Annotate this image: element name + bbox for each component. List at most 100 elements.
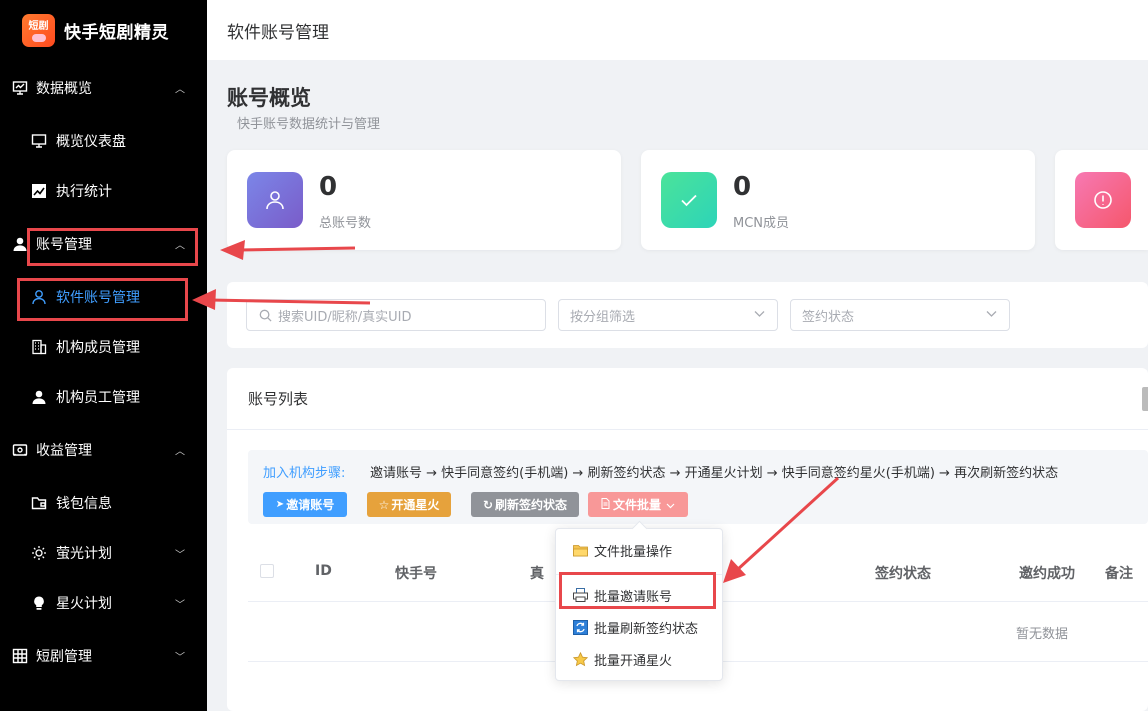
brand: 短剧 快手短剧精灵	[0, 0, 207, 60]
stat-card-mcn-members: 0 MCN成员	[641, 150, 1035, 250]
sun-icon	[31, 545, 47, 561]
stat-card-warning	[1055, 150, 1148, 250]
enable-spark-button[interactable]: ☆ 开通星火	[367, 492, 451, 517]
topbar: 软件账号管理	[207, 0, 1148, 60]
dropdown-item-label: 批量刷新签约状态	[594, 621, 699, 637]
page-title: 账号概览	[227, 86, 311, 110]
col-header-remark: 备注	[1105, 566, 1133, 582]
star-icon	[572, 651, 588, 667]
grid-icon	[11, 647, 29, 665]
warning-icon	[1075, 172, 1131, 228]
refresh-sign-status-button[interactable]: ↻ 刷新签约状态	[471, 492, 579, 517]
menu-group-label: 收益管理	[36, 443, 92, 459]
col-header-real: 真	[530, 566, 544, 582]
dropdown-item-label: 文件批量操作	[594, 544, 673, 560]
join-steps-panel: 加入机构步骤: 邀请账号 → 快手同意签约(手机端) → 刷新签约状态 → 开通…	[248, 450, 1148, 524]
steps-label: 加入机构步骤:	[263, 466, 346, 481]
sidebar-item-label: 机构员工管理	[56, 390, 140, 406]
dropdown-item-batch-refresh[interactable]: 批量刷新签约状态	[572, 617, 698, 637]
search-input[interactable]: 搜索UID/昵称/真实UID	[246, 299, 546, 331]
folder-icon	[31, 495, 47, 511]
col-header-sign-status: 签约状态	[875, 566, 931, 582]
office-building-icon	[31, 339, 47, 355]
annotation-box-account-management	[27, 228, 198, 266]
sidebar-item-firefly-plan[interactable]: 萤光计划 ﹀	[0, 528, 207, 578]
sidebar-item-exec-stats[interactable]: 执行统计	[0, 166, 207, 216]
topbar-title: 软件账号管理	[227, 22, 329, 43]
refresh-icon: ↻	[482, 497, 494, 512]
brand-name: 快手短剧精灵	[64, 22, 169, 43]
file-batch-dropdown-button[interactable]: 文件批量	[588, 492, 688, 517]
chevron-down-icon	[754, 310, 765, 321]
search-icon	[259, 309, 272, 322]
chevron-down-icon	[986, 310, 997, 321]
sidebar-item-label: 萤光计划	[56, 546, 112, 562]
logo-text: 短剧	[28, 20, 49, 32]
steps-text: 邀请账号 → 快手同意签约(手机端) → 刷新签约状态 → 开通星火计划 → 快…	[370, 466, 1059, 481]
sidebar-item-label: 概览仪表盘	[56, 134, 126, 150]
menu-group-label: 数据概览	[36, 81, 92, 97]
chevron-down-icon	[666, 498, 675, 512]
button-label: 邀请账号	[286, 498, 335, 512]
dropdown-item-file-batch-ops[interactable]: 文件批量操作	[572, 540, 672, 560]
page-subtitle: 快手账号数据统计与管理	[237, 117, 381, 132]
chevron-down-icon: ﹀	[175, 652, 185, 664]
sign-status-placeholder: 签约状态	[802, 309, 855, 325]
col-header-invite-success: 邀约成功	[1019, 566, 1075, 582]
sidebar-item-label: 机构成员管理	[56, 340, 140, 356]
invite-account-button[interactable]: ➤ 邀请账号	[263, 492, 347, 517]
sidebar: 短剧 快手短剧精灵 数据概览 ︿ 概览仪表盘 执行统计 账号管理 ︿ 软件账号管…	[0, 0, 207, 711]
presentation-icon	[11, 79, 29, 97]
star-icon: ☆	[378, 497, 390, 512]
sidebar-item-wallet[interactable]: 钱包信息	[0, 478, 207, 528]
trend-chart-icon	[31, 183, 47, 199]
sign-status-select[interactable]: 签约状态	[790, 299, 1010, 331]
chevron-up-icon: ︿	[175, 84, 185, 96]
menu-group-revenue-management[interactable]: 收益管理 ︿	[0, 422, 207, 478]
button-label: 开通星火	[391, 498, 440, 512]
folder-icon	[572, 542, 588, 558]
empty-state-text: 暂无数据	[1016, 627, 1069, 642]
menu-group-drama-management[interactable]: 短剧管理 ﹀	[0, 628, 207, 684]
stat-value: 0	[319, 172, 338, 202]
button-label: 刷新签约状态	[495, 498, 568, 512]
document-icon	[601, 497, 610, 512]
monitor-icon	[31, 133, 47, 149]
send-icon: ➤	[275, 499, 285, 510]
list-header: 账号列表	[227, 368, 1148, 430]
menu-group-data-overview[interactable]: 数据概览 ︿	[0, 60, 207, 116]
dropdown-item-label: 批量开通星火	[594, 653, 673, 669]
col-header-id: ID	[315, 563, 332, 579]
sidebar-item-spark-plan[interactable]: 星火计划 ﹀	[0, 578, 207, 628]
check-icon	[661, 172, 717, 228]
stat-card-total-accounts: 0 总账号数	[227, 150, 621, 250]
user-icon	[31, 389, 47, 405]
group-filter-select[interactable]: 按分组筛选	[558, 299, 778, 331]
refresh-icon	[572, 619, 588, 635]
sidebar-item-label: 执行统计	[56, 184, 112, 200]
list-title: 账号列表	[248, 390, 309, 408]
group-filter-placeholder: 按分组筛选	[570, 309, 636, 325]
annotation-box-software-accounts	[17, 278, 188, 321]
col-header-kuaishou-id: 快手号	[395, 566, 437, 582]
chevron-down-icon: ﹀	[175, 599, 185, 611]
sidebar-item-label: 星火计划	[56, 596, 112, 612]
stat-label: 总账号数	[319, 216, 372, 231]
sidebar-item-label: 钱包信息	[56, 496, 112, 512]
menu-group-label: 短剧管理	[36, 649, 92, 665]
scroll-handle[interactable]	[1142, 387, 1148, 411]
sidebar-item-dashboard[interactable]: 概览仪表盘	[0, 116, 207, 166]
user-icon	[247, 172, 303, 228]
stat-label: MCN成员	[733, 216, 790, 231]
chevron-up-icon: ︿	[175, 446, 185, 458]
search-placeholder: 搜索UID/昵称/真实UID	[278, 309, 412, 325]
bulb-icon	[31, 595, 47, 611]
app-logo: 短剧	[22, 13, 55, 47]
annotation-box-batch-invite	[559, 572, 716, 609]
select-all-checkbox[interactable]	[260, 564, 274, 578]
sidebar-item-org-staff[interactable]: 机构员工管理	[0, 372, 207, 422]
sidebar-item-org-members[interactable]: 机构成员管理	[0, 322, 207, 372]
wallet-icon	[11, 441, 29, 459]
dropdown-item-batch-spark[interactable]: 批量开通星火	[572, 649, 672, 669]
stat-value: 0	[733, 172, 752, 202]
